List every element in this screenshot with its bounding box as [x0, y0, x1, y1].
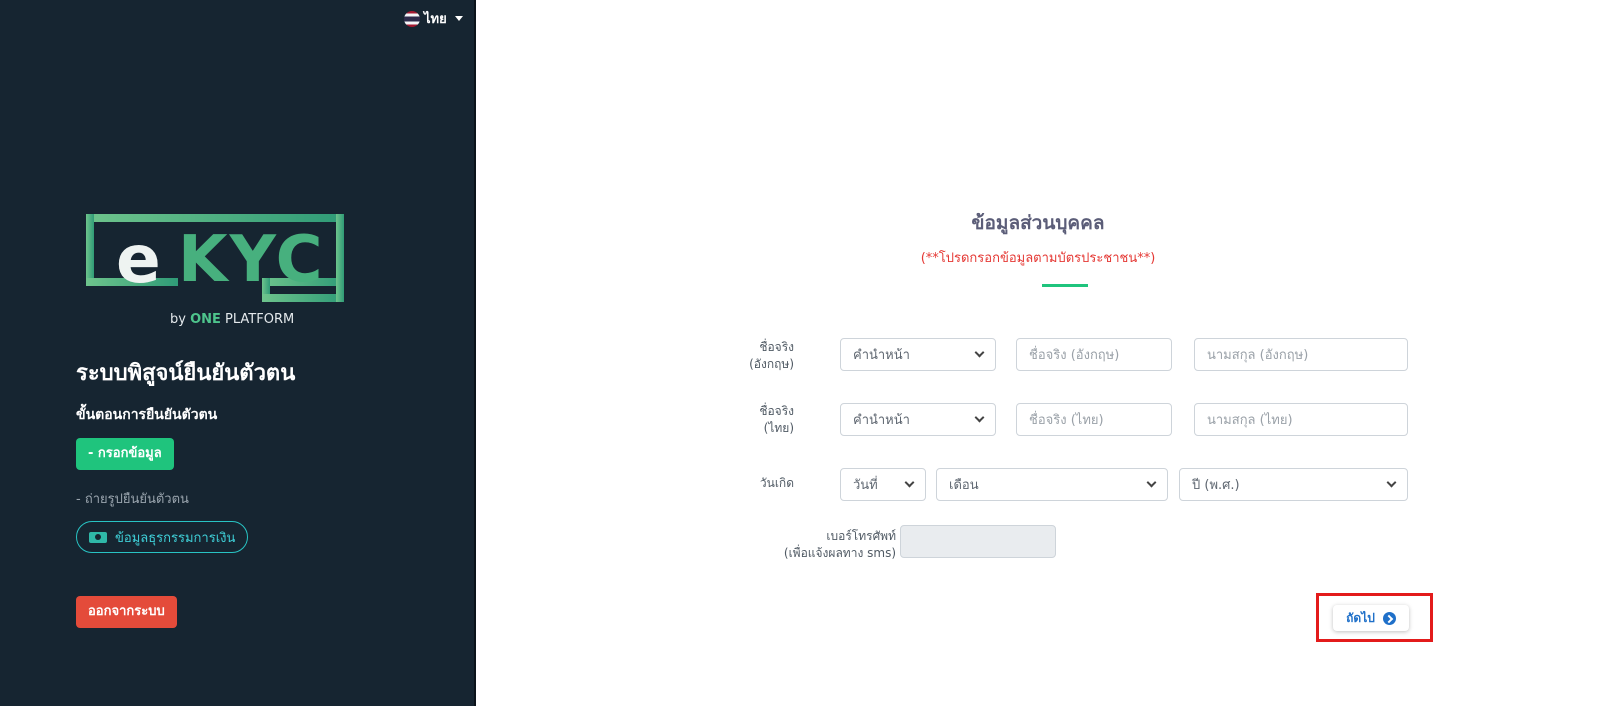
system-title: ระบบพิสูจน์ยืนยันตัวตน: [76, 361, 296, 386]
step-fill-info: - กรอกข้อมูล: [76, 438, 174, 470]
money-icon: [89, 531, 107, 543]
name-en-label: ชื่อจริง (อังกฤษ): [749, 340, 794, 371]
chevron-down-icon: [974, 347, 985, 358]
logo-letter-e: e: [116, 221, 161, 298]
prefix-en-select[interactable]: คำนำหน้า: [840, 338, 996, 371]
name-th-label: ชื่อจริง (ไทย): [759, 404, 794, 435]
title-underline: [1042, 284, 1088, 287]
sidebar: ไทย e KYC by ONE PLATFORM ระบบพิสูจน์ยืน…: [0, 0, 476, 706]
birthdate-label: วันเกิด: [759, 476, 794, 490]
phone-input[interactable]: [900, 525, 1056, 558]
caret-down-icon: [454, 16, 463, 21]
logout-button[interactable]: ออกจากระบบ: [76, 596, 177, 628]
steps-title: ขั้นตอนการยืนยันตัวตน: [76, 407, 218, 423]
finance-info-button[interactable]: ข้อมูลธุรกรรมการเงิน: [76, 521, 249, 553]
last-name-en-input[interactable]: นามสกุล (อังกฤษ): [1194, 338, 1408, 371]
first-name-en-input[interactable]: ชื่อจริง (อังกฤษ): [1016, 338, 1172, 371]
chevron-down-icon: [1386, 477, 1397, 488]
logo-byline: by ONE PLATFORM: [170, 312, 295, 327]
form-subtitle: (**โปรดกรอกข้อมูลตามบัตรประชาชน**): [920, 251, 1156, 266]
last-name-th-input[interactable]: นามสกุล (ไทย): [1194, 403, 1408, 436]
finance-info-label: ข้อมูลธุรกรรมการเงิน: [115, 530, 236, 546]
next-button-highlight: ถัดไป: [1316, 593, 1433, 642]
birth-month-select[interactable]: เดือน: [936, 468, 1168, 501]
first-name-th-input[interactable]: ชื่อจริง (ไทย): [1016, 403, 1172, 436]
prefix-th-select[interactable]: คำนำหน้า: [840, 403, 996, 436]
next-button[interactable]: ถัดไป: [1333, 605, 1409, 631]
phone-label: เบอร์โทรศัพท์ (เพื่อแจ้งผลทาง sms): [783, 529, 896, 560]
next-button-label: ถัดไป: [1346, 610, 1375, 625]
language-label: ไทย: [424, 12, 447, 27]
main-content: ข้อมูลส่วนบุคคล (**โปรดกรอกข้อมูลตามบัตร…: [476, 0, 1600, 706]
thai-flag-icon: [404, 10, 420, 27]
birth-day-select[interactable]: วันที่: [840, 468, 926, 501]
chevron-down-icon: [974, 412, 985, 423]
chevron-down-icon: [1146, 477, 1157, 488]
ekyc-logo: e KYC by ONE PLATFORM: [86, 214, 344, 332]
step-take-photo: - ถ่ายรูปยืนยันตัวตน: [76, 492, 189, 507]
birth-year-select[interactable]: ปี (พ.ศ.): [1179, 468, 1408, 501]
arrow-right-circle-icon: [1382, 611, 1396, 625]
chevron-down-icon: [904, 477, 915, 488]
language-selector[interactable]: ไทย: [404, 8, 463, 29]
form-title: ข้อมูลส่วนบุคคล: [971, 212, 1105, 234]
logo-letters-kyc: KYC: [178, 223, 325, 297]
